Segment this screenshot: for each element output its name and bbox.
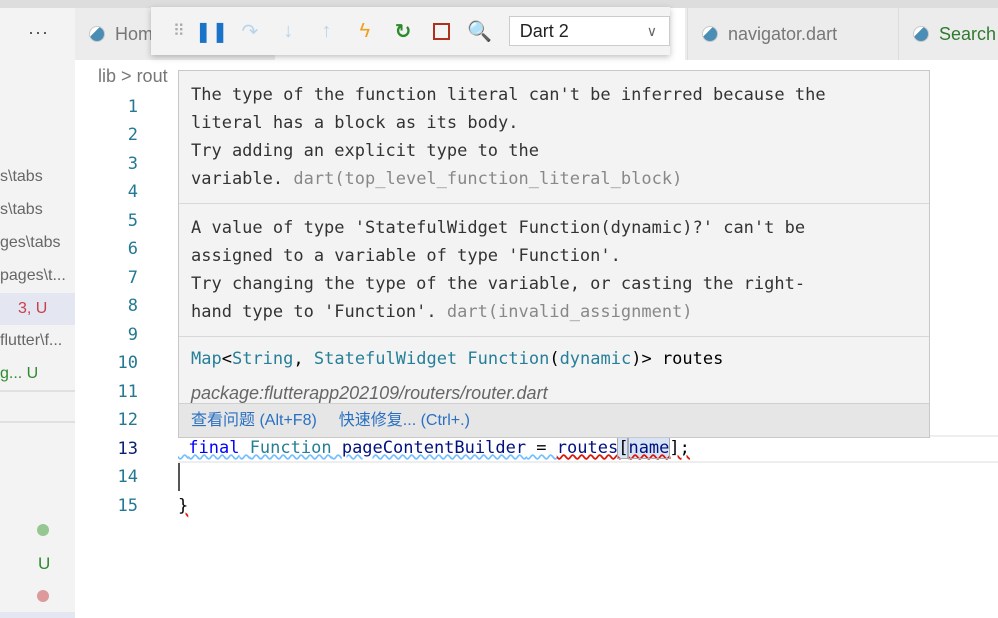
sig-part: ,: [293, 349, 314, 369]
sig-part: [457, 349, 467, 369]
file-item-selected[interactable]: 3, U: [0, 293, 75, 325]
diagnostic-text: variable.: [191, 169, 284, 189]
debug-toolbar: ⠿ ❚❚ ↷ ↓ ↑ ϟ ↻ 🔍 Dart 2 ∨: [151, 7, 670, 55]
diagnostic-1: The type of the function literal can't b…: [179, 71, 929, 204]
line-number: 14: [117, 467, 138, 487]
sig-part: )>: [631, 349, 662, 369]
sig-part: (: [549, 349, 560, 369]
diagnostic-code: dart(top_level_function_literal_block): [293, 169, 683, 189]
line-number: 6: [127, 239, 138, 259]
pause-icon[interactable]: ❚❚: [192, 11, 230, 51]
hot-reload-icon[interactable]: ϟ: [346, 11, 384, 51]
dart-file-icon: [913, 26, 929, 42]
chevron-down-icon: ∨: [646, 23, 657, 39]
error-token: routes: [556, 438, 619, 458]
line-number: 13: [117, 439, 138, 459]
breadcrumb-separator: >: [121, 66, 132, 86]
file-item[interactable]: ges\tabs: [0, 227, 75, 259]
diagnostic-text: Try changing the type of the variable, o…: [191, 274, 806, 294]
step-into-icon[interactable]: ↓: [269, 11, 307, 51]
line-number: 10: [117, 353, 138, 373]
line-number: 15: [117, 496, 138, 516]
line-number: 8: [127, 296, 138, 316]
divider: [0, 390, 75, 392]
index-variable: name: [627, 437, 671, 459]
line-number: 2: [127, 125, 138, 145]
line-number: 7: [127, 268, 138, 288]
line-number: 9: [127, 325, 138, 345]
sig-part: String: [231, 349, 294, 369]
file-item[interactable]: g... U: [0, 358, 75, 390]
operator: =: [526, 438, 557, 458]
sig-part: StatefulWidget: [313, 349, 458, 369]
tab-navigator[interactable]: navigator.dart: [687, 8, 897, 60]
breadcrumb-lib[interactable]: lib: [98, 66, 116, 86]
type-name: Function: [249, 438, 332, 458]
sig-part: routes: [661, 349, 724, 369]
keyword: final: [188, 438, 240, 458]
line-number: 11: [117, 382, 138, 402]
breadcrumb-routers[interactable]: rout: [137, 66, 168, 86]
stop-icon[interactable]: [422, 11, 460, 51]
code-line-13[interactable]: final Function pageContentBuilder = rout…: [178, 437, 690, 459]
sig-part: Function: [467, 349, 550, 369]
sig-part: dynamic: [559, 349, 632, 369]
file-item[interactable]: flutter\f...: [0, 325, 75, 357]
file-item[interactable]: pages\t...: [0, 260, 75, 292]
sig-part: Map: [191, 349, 222, 369]
variable-name: pageContentBuilder: [341, 438, 527, 458]
more-actions-icon[interactable]: ···: [28, 22, 49, 43]
code-line-15[interactable]: }: [178, 496, 188, 516]
file-item[interactable]: s\tabs: [0, 161, 75, 193]
bracket: ];: [669, 438, 690, 458]
tab-search[interactable]: Search: [898, 8, 998, 60]
diagnostic-text: literal has a block as its body.: [191, 113, 519, 133]
tooltip-status-bar: 查看问题 (Alt+F8) 快速修复... (Ctrl+.): [179, 403, 929, 437]
diagnostic-text: assigned to a variable of type 'Function…: [191, 246, 621, 266]
diagnostic-text: A value of type 'StatefulWidget Function…: [191, 218, 806, 238]
diagnostic-2: A value of type 'StatefulWidget Function…: [179, 204, 929, 337]
line-number: 4: [127, 182, 138, 202]
dart-file-icon: [702, 26, 718, 42]
untracked-badge: U: [38, 554, 51, 573]
line-number: 5: [127, 211, 138, 231]
debug-target-select[interactable]: Dart 2 ∨: [508, 16, 670, 46]
closing-brace: }: [178, 496, 189, 516]
line-number: 12: [117, 410, 138, 430]
modified-dot-icon: [37, 524, 49, 536]
flutter-inspector-icon[interactable]: 🔍: [460, 11, 498, 51]
hover-tooltip: The type of the function literal can't b…: [178, 70, 930, 438]
diagnostic-text: Try adding an explicit type to the: [191, 141, 539, 161]
step-out-icon[interactable]: ↑: [307, 11, 345, 51]
selected-row: [0, 612, 75, 618]
quick-fix-link[interactable]: 快速修复... (Ctrl+.): [339, 412, 470, 429]
diagnostic-text: The type of the function literal can't b…: [191, 85, 826, 105]
text-cursor: [178, 463, 180, 491]
step-over-icon[interactable]: ↷: [231, 11, 269, 51]
bracket: [: [617, 437, 630, 459]
breadcrumb: lib > rout: [98, 66, 168, 87]
diagnostic-code: dart(invalid_assignment): [446, 302, 693, 322]
error-dot-icon: [37, 590, 49, 602]
view-problem-link[interactable]: 查看问题 (Alt+F8): [191, 412, 317, 429]
drag-handle-icon[interactable]: ⠿: [165, 11, 192, 51]
explorer-sidebar: ··· s\tabs s\tabs ges\tabs pages\t... 3,…: [0, 8, 75, 618]
diagnostic-text: hand type to 'Function'.: [191, 302, 437, 322]
type-signature: Map<String, StatefulWidget Function(dyna…: [179, 337, 929, 373]
restart-icon[interactable]: ↻: [384, 11, 422, 51]
line-number: 3: [127, 154, 138, 174]
line-number: 1: [127, 97, 138, 117]
file-item[interactable]: s\tabs: [0, 194, 75, 226]
divider: [0, 421, 75, 423]
sig-part: <: [221, 349, 232, 369]
dart-file-icon: [89, 26, 105, 42]
